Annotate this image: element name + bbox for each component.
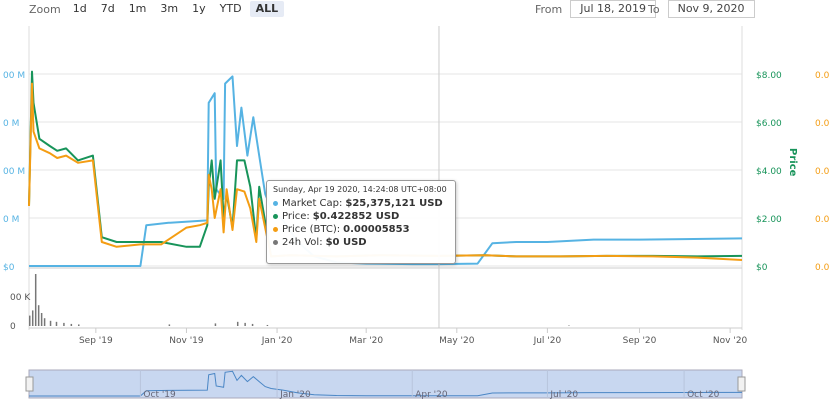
volume-bar <box>34 274 37 326</box>
volume-bar <box>568 325 570 326</box>
price-tick-label: $8.00 <box>756 71 782 81</box>
price-tick-label: $2.00 <box>756 215 782 225</box>
tooltip-label: 24h Vol: <box>282 237 323 248</box>
volume-bar <box>40 313 43 326</box>
btc-tick-label: 0.00 <box>815 71 830 81</box>
x-tick-label: Sep '19 <box>79 336 113 346</box>
navigator-tick-label: Oct '19 <box>143 390 176 400</box>
navigator-tick-label: Oct '20 <box>687 390 720 400</box>
price-btc-dot <box>273 227 278 232</box>
x-tick-label: Sep '20 <box>623 336 657 346</box>
btc-tick-label: 0.00 <box>815 263 830 273</box>
x-tick-label: Nov '20 <box>713 336 748 346</box>
volume-bar <box>78 324 80 326</box>
volume-tick-label: 0 <box>10 322 16 332</box>
volume-bar <box>49 320 52 326</box>
volume-bar <box>251 323 254 326</box>
tooltip-row-volume: 24h Vol: $0 USD <box>273 236 449 249</box>
price-dot <box>273 214 278 219</box>
tooltip-row-market-cap: Market Cap: $25,375,121 USD <box>273 197 449 210</box>
btc-tick-label: 0.00 <box>815 119 830 129</box>
tooltip-label: Price: <box>282 211 310 222</box>
chart-grid <box>28 26 743 330</box>
volume-bar <box>63 322 65 326</box>
volume-bar <box>244 322 246 326</box>
volume-bar <box>31 310 34 326</box>
market-cap-dot <box>273 201 278 206</box>
tooltip-value: $0.422852 USD <box>312 211 400 222</box>
x-tick-label: Jul '20 <box>533 336 562 346</box>
x-tick-label: Jan '20 <box>261 336 293 346</box>
x-tick-label: May '20 <box>439 336 475 346</box>
x-tick-label: Mar '20 <box>349 336 383 346</box>
volume-bar <box>168 324 171 326</box>
volume-bar <box>55 321 58 326</box>
tooltip-header: Sunday, Apr 19 2020, 14:24:08 UTC+08:00 <box>273 185 447 194</box>
btc-tick-label: 0.00 <box>815 167 830 177</box>
navigator-right-handle[interactable] <box>737 376 746 392</box>
tooltip-value: 0.00005853 <box>343 224 410 235</box>
navigator-window <box>28 369 743 399</box>
volume-bar <box>214 323 217 326</box>
market-cap-tick-label: 0 M <box>3 215 19 225</box>
volume-dot <box>273 240 278 245</box>
volume-bar <box>43 318 46 326</box>
market-cap-tick-label: 0 M <box>3 119 19 129</box>
tooltip-label: Market Cap: <box>282 198 343 209</box>
navigator: Oct '19 Jan '20 Apr '20 Jul '20 Oct '20 <box>25 369 746 400</box>
volume-bar <box>29 315 31 326</box>
navigator-tick-label: Apr '20 <box>415 390 448 400</box>
navigator-left-handle[interactable] <box>25 376 34 392</box>
volume-tick-label: 00 K <box>10 293 31 303</box>
btc-tick-label: 0.00 <box>815 215 830 225</box>
price-tick-label: $0 <box>756 263 768 273</box>
tooltip-value: $25,375,121 USD <box>345 198 443 209</box>
market-cap-tick-label: 00 M <box>3 167 25 177</box>
volume-bar <box>37 305 40 326</box>
volume-bar <box>236 321 239 326</box>
tooltip-row-price-btc: Price (BTC): 0.00005853 <box>273 223 449 236</box>
volume-bar <box>266 324 269 326</box>
volume-series <box>29 274 570 326</box>
tooltip-row-price: Price: $0.422852 USD <box>273 210 449 223</box>
price-axis-title: Price <box>787 148 798 177</box>
tooltip-label: Price (BTC): <box>282 224 341 235</box>
x-tick-label: Nov '19 <box>169 336 204 346</box>
tooltip-value: $0 USD <box>325 237 367 248</box>
price-tick-label: $6.00 <box>756 119 782 129</box>
navigator-tick-label: Jan '20 <box>279 390 311 400</box>
navigator-tick-label: Jul '20 <box>549 390 578 400</box>
chart-tooltip: Sunday, Apr 19 2020, 14:24:08 UTC+08:00 … <box>266 180 456 264</box>
price-tick-label: $4.00 <box>756 167 782 177</box>
volume-bar <box>70 323 73 326</box>
market-cap-tick-label: 00 M <box>3 71 25 81</box>
market-cap-tick-label: $0 <box>3 263 15 273</box>
